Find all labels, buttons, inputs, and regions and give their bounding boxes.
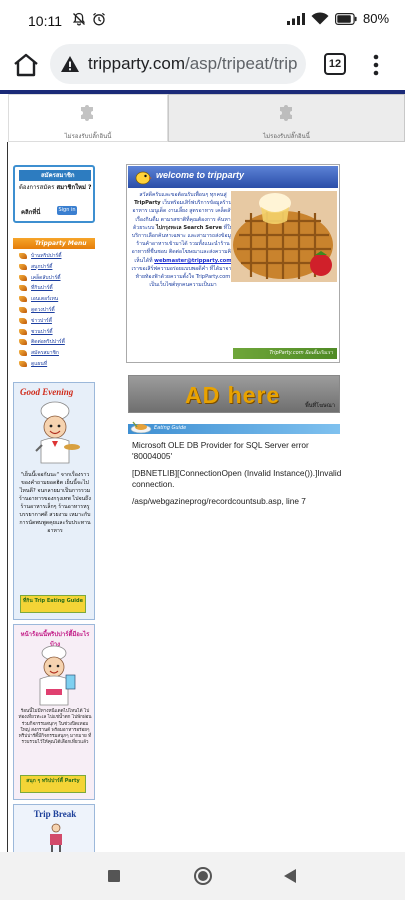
menu-header: Tripparty Menu <box>13 238 95 249</box>
party-ad[interactable]: หน้าร้อนนี้ทริปปาร์ตี้มีอะไรบ้าง ร้อนนี้… <box>13 624 95 800</box>
good-evening-ad[interactable]: Good Evening "เย็นนี้เจอกันนะ" จากเรื่อง… <box>13 382 95 620</box>
sidebar-menu-item[interactable]: เอนเตอร์เทน <box>13 294 95 305</box>
sidebar-menu-item[interactable]: ติดต่อทริปปาร์ตี้ <box>13 337 95 348</box>
webmaster-email-link[interactable]: webmaster@tripparty.com <box>154 258 231 264</box>
status-time: 10:11 <box>28 13 62 29</box>
battery-icon <box>334 12 357 25</box>
ad-here-subtitle: พื้นที่โฆษณา <box>305 403 335 409</box>
sidebar-menu-item[interactable]: ดูดวงปาร์ตี้ <box>13 305 95 316</box>
sidebar-menu-item[interactable]: สนุกปาร์ตี้ <box>13 262 95 273</box>
welcome-text: สวัสดีครับและขอต้อนรับเพื่อนๆ ทุกคนสู่ T… <box>131 192 235 289</box>
error-line-3: /asp/webgazineprog/recordcountsub.asp, l… <box>132 496 306 506</box>
eating-guide-badge[interactable]: ที่กิน Trip Eating Guide <box>20 595 86 613</box>
puzzle-piece-icon <box>81 105 93 121</box>
status-left-icons <box>72 12 106 26</box>
back-icon[interactable] <box>283 868 297 884</box>
signal-icon <box>286 12 305 25</box>
sidebar-menu-item[interactable]: สมัครสมาชิก <box>13 348 95 359</box>
good-evening-text: "เย็นนี้เจอกันนะ" จากเรื่องราวของคำถามยอ… <box>19 472 91 534</box>
url-text[interactable]: tripparty.com/asp/tripeat/trip <box>88 54 297 74</box>
address-bar[interactable]: tripparty.com/asp/tripeat/trip <box>50 44 306 84</box>
sidebar-menu-item[interactable]: ที่กินปาร์ตี้ <box>13 283 95 294</box>
traveler-figure-icon <box>50 823 62 852</box>
click-here-link[interactable]: คลิกที่นี่ <box>21 207 40 217</box>
member-signup-box: สมัครสมาชิก ต้องการสมัคร สมาชิกใหม่ ? คล… <box>13 165 95 223</box>
eating-guide-label: Eating Guide <box>154 425 187 431</box>
home-nav-icon[interactable] <box>193 866 213 886</box>
status-right-icons: 80% <box>286 11 389 26</box>
sidebar-menu-item[interactable]: ชวนปาร์ตี้ <box>13 327 95 338</box>
home-icon[interactable] <box>12 52 40 78</box>
sidebar-menu-item[interactable]: บ้านทริปปาร์ตี้ <box>13 251 95 262</box>
plugin-notice-text: ไม่รองรับปลั๊กอินนี้ <box>263 133 310 140</box>
web-page: ไม่รองรับปลั๊กอินนี้ ไม่รองรับปลั๊กอินนี… <box>0 90 405 852</box>
sidebar-menu-item[interactable]: ข่าวปาร์ตี้ <box>13 316 95 327</box>
eating-guide-bar: Eating Guide <box>128 421 340 434</box>
sidebar-menu-item[interactable]: ดูแผนที่ <box>13 359 95 370</box>
trip-break-title: Trip Break <box>33 809 77 819</box>
unsupported-plugin-right: ไม่รองรับปลั๊กอินนี้ <box>168 94 405 142</box>
status-bar: 10:11 80% <box>0 0 405 40</box>
sign-in-button[interactable]: Sign in <box>57 206 77 215</box>
more-options-icon[interactable] <box>368 52 384 78</box>
bird-mascot-icon <box>135 171 152 185</box>
welcome-footer-bar: TripParty.com ผิดเต็มกับเรา <box>233 348 337 359</box>
trip-break-ad[interactable]: Trip Break <box>13 804 95 852</box>
recent-apps-icon[interactable] <box>107 869 121 883</box>
welcome-box: welcome to tripparty สวัสดีครับและขอต้อน… <box>126 164 340 363</box>
database-error-message: Microsoft OLE DB Provider for SQL Server… <box>132 440 346 513</box>
chef-with-drink-icon <box>39 645 76 706</box>
puzzle-piece-icon <box>279 105 292 121</box>
waffle-photo <box>231 191 337 282</box>
member-prompt: ต้องการสมัคร สมาชิกใหม่ ? <box>19 184 92 191</box>
tab-switcher-button[interactable]: 12 <box>324 53 346 75</box>
member-title: สมัครสมาชิก <box>19 170 91 181</box>
welcome-title: welcome to tripparty <box>156 170 245 180</box>
good-evening-title: Good Evening <box>20 387 74 397</box>
error-line-1: Microsoft OLE DB Provider for SQL Server… <box>132 440 309 461</box>
ad-here-banner[interactable]: AD here พื้นที่โฆษณา <box>128 375 340 413</box>
not-secure-warning-icon[interactable] <box>60 55 80 73</box>
alarm-icon <box>93 12 105 26</box>
welcome-header: welcome to tripparty <box>128 166 338 188</box>
battery-level: 80% <box>362 11 389 26</box>
sidebar-menu-item[interactable]: เคล็ดลับปาร์ตี้ <box>13 273 95 284</box>
ad-here-title: AD here <box>185 382 281 408</box>
bell-muted-icon <box>72 12 86 26</box>
sidebar-menu: บ้านทริปปาร์ตี้ สนุกปาร์ตี้ เคล็ดลับปาร์ตี… <box>13 251 95 370</box>
error-line-2: [DBNETLIB][ConnectionOpen (Invalid Insta… <box>132 468 342 489</box>
party-badge[interactable]: สนุก ๆ ทริปปาร์ตี้ Party <box>20 775 86 793</box>
chef-mascot-icon <box>35 401 80 464</box>
wifi-icon <box>311 12 329 25</box>
unsupported-plugin-left: ไม่รองรับปลั๊กอินนี้ <box>8 94 168 142</box>
party-ad-text: ร้อนนี้ไม่มีทางหนีแดดไปไหนได้ ไปท่องเที่… <box>18 709 92 746</box>
page-left-border <box>0 142 8 852</box>
food-plate-icon <box>130 421 152 434</box>
android-navigation-bar <box>0 852 405 900</box>
plugin-notice-text: ไม่รองรับปลั๊กอินนี้ <box>64 133 112 140</box>
browser-toolbar: tripparty.com/asp/tripeat/trip 12 <box>0 40 405 90</box>
party-ad-title: หน้าร้อนนี้ทริปปาร์ตี้มีอะไรบ้าง <box>20 631 90 648</box>
